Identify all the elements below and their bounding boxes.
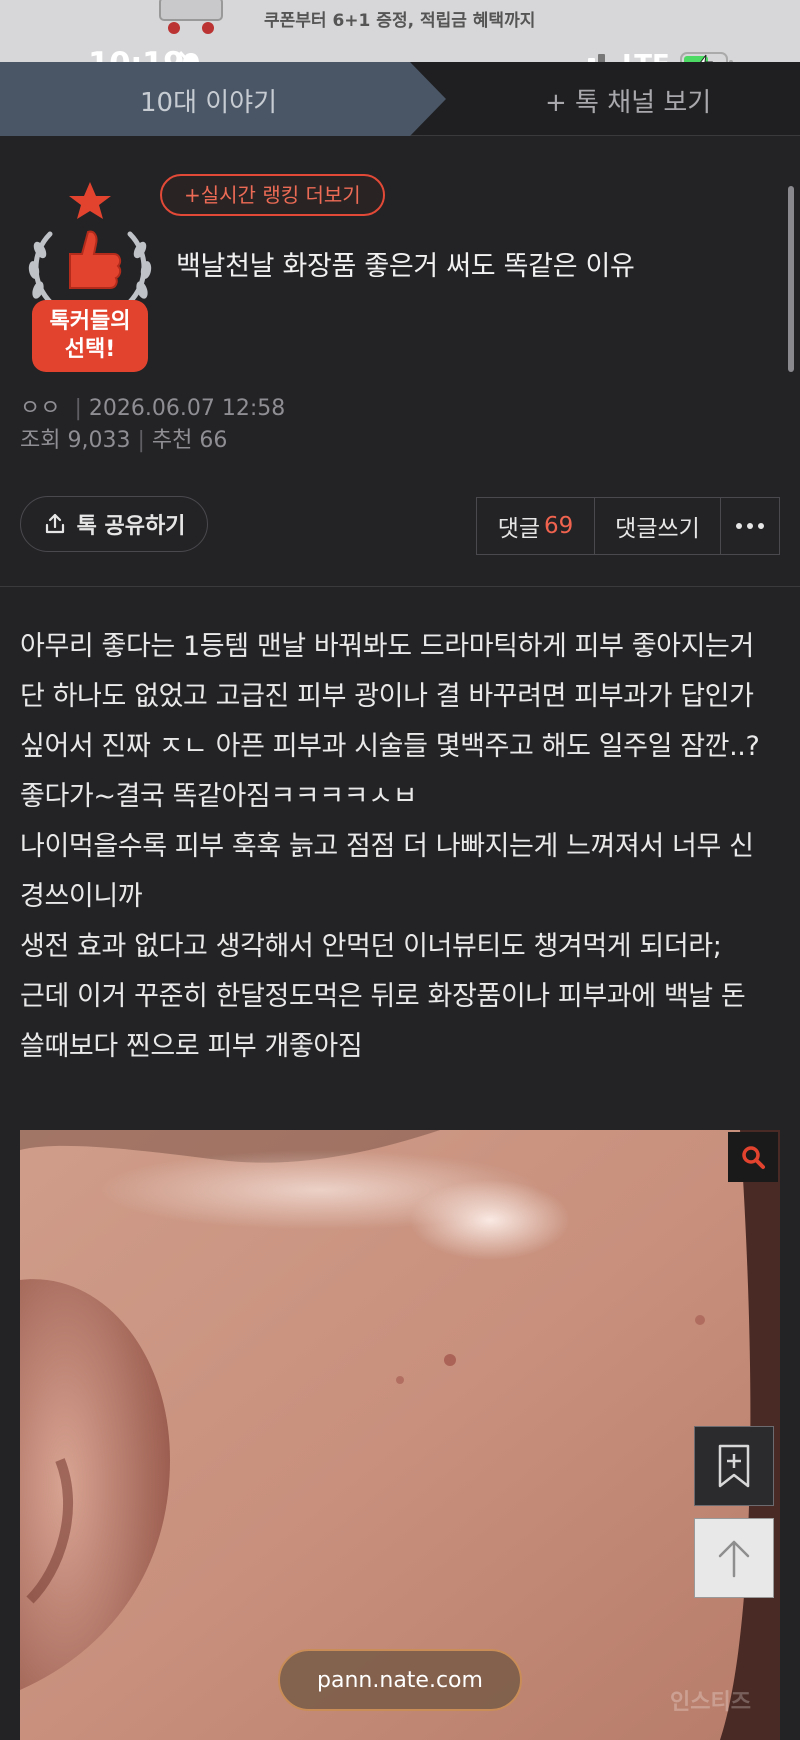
more-options-button[interactable] [721, 498, 779, 554]
tab-bar: 10대 이야기 + 톡 채널 보기 [0, 62, 800, 136]
badge-label-line1: 톡커들의 [50, 309, 131, 334]
cart-illustration-icon [159, 0, 223, 34]
author-name[interactable]: ㅇㅇ [20, 396, 60, 421]
body-line: 아무리 좋다는 1등템 맨날 바꿔봐도 드라마틱하게 피부 좋아지는거 [20, 631, 754, 662]
body-line: 쓸때보다 찐으로 피부 개좋아짐 [20, 1031, 363, 1062]
post-title: 백날천날 화장품 좋은거 써도 똑같은 이유 [176, 251, 635, 282]
promo-text[interactable]: 쿠폰부터 6+1 증정, 적립금 혜택까지 [264, 6, 535, 31]
scroll-to-top-button[interactable] [694, 1518, 774, 1598]
comments-count: 69 [544, 513, 574, 539]
realtime-ranking-button[interactable]: +실시간 랭킹 더보기 [160, 174, 385, 216]
body-line: 싶어서 진짜 ㅈㄴ 아픈 피부과 시술들 몇백주고 해도 일주일 잠깐..? [20, 731, 760, 762]
share-label: 톡 공유하기 [76, 514, 186, 539]
talkers-choice-badge: 톡커들의 선택! [28, 182, 152, 372]
site-domain-pill[interactable]: pann.nate.com [278, 1649, 522, 1711]
tab-active-label: 10대 이야기 [140, 88, 278, 118]
body-line: 근데 이거 꾸준히 한달정도먹은 뒤로 화장품이나 피부과에 백날 돈 [20, 981, 746, 1012]
meta-separator: | [67, 396, 89, 421]
body-line: 단 하나도 없었고 고급진 피부 광이나 결 바꾸려면 피부과가 답인가 [20, 681, 754, 712]
magnifier-icon [742, 1146, 765, 1169]
likes-label: 추천 [151, 428, 193, 453]
image-watermark: 인스티즈 [670, 1690, 751, 1715]
body-line: 경쓰이니까 [20, 881, 143, 912]
arrow-up-icon [718, 1540, 750, 1578]
comments-label: 댓글 [497, 516, 541, 542]
post-date: 2026.06.07 12:58 [88, 396, 286, 421]
zoom-button[interactable] [728, 1132, 778, 1182]
likes-count: 66 [199, 428, 228, 453]
post-meta-stats: 조회 9,033 | 추천 66 [20, 422, 227, 454]
bookmark-button[interactable] [694, 1426, 774, 1506]
section-divider [0, 586, 800, 587]
share-icon [45, 513, 64, 534]
tab-channel-view[interactable]: + 톡 채널 보기 [545, 82, 711, 119]
bookmark-add-icon [718, 1444, 750, 1488]
meta-separator: | [137, 428, 152, 453]
post-body: 아무리 좋다는 1등템 맨날 바꿔봐도 드라마틱하게 피부 좋아지는거 단 하나… [20, 622, 780, 1072]
more-dots-icon [736, 523, 764, 529]
post-meta-author-date: ㅇㅇ | 2026.06.07 12:58 [20, 390, 285, 422]
body-line: 나이먹을수록 피부 훅훅 늙고 점점 더 나빠지는게 느껴져서 너무 신 [20, 831, 754, 862]
scrollbar[interactable] [788, 186, 794, 372]
body-line: 좋다가~결국 똑같아짐ㅋㅋㅋㅋㅅㅂ [20, 781, 418, 812]
body-line: 생전 효과 없다고 생각해서 안먹던 이너뷰티도 챙겨먹게 되더라; [20, 931, 722, 962]
badge-label-line2: 선택! [65, 337, 116, 362]
share-button[interactable]: 톡 공유하기 [20, 496, 208, 552]
views-label: 조회 [20, 428, 61, 453]
comments-button[interactable]: 댓글 69 [477, 498, 595, 554]
views-count: 9,033 [67, 428, 131, 453]
comment-button-group: 댓글 69 댓글쓰기 [476, 497, 780, 555]
tab-10dae-story[interactable]: 10대 이야기 [0, 62, 446, 136]
write-comment-button[interactable]: 댓글쓰기 [595, 498, 721, 554]
